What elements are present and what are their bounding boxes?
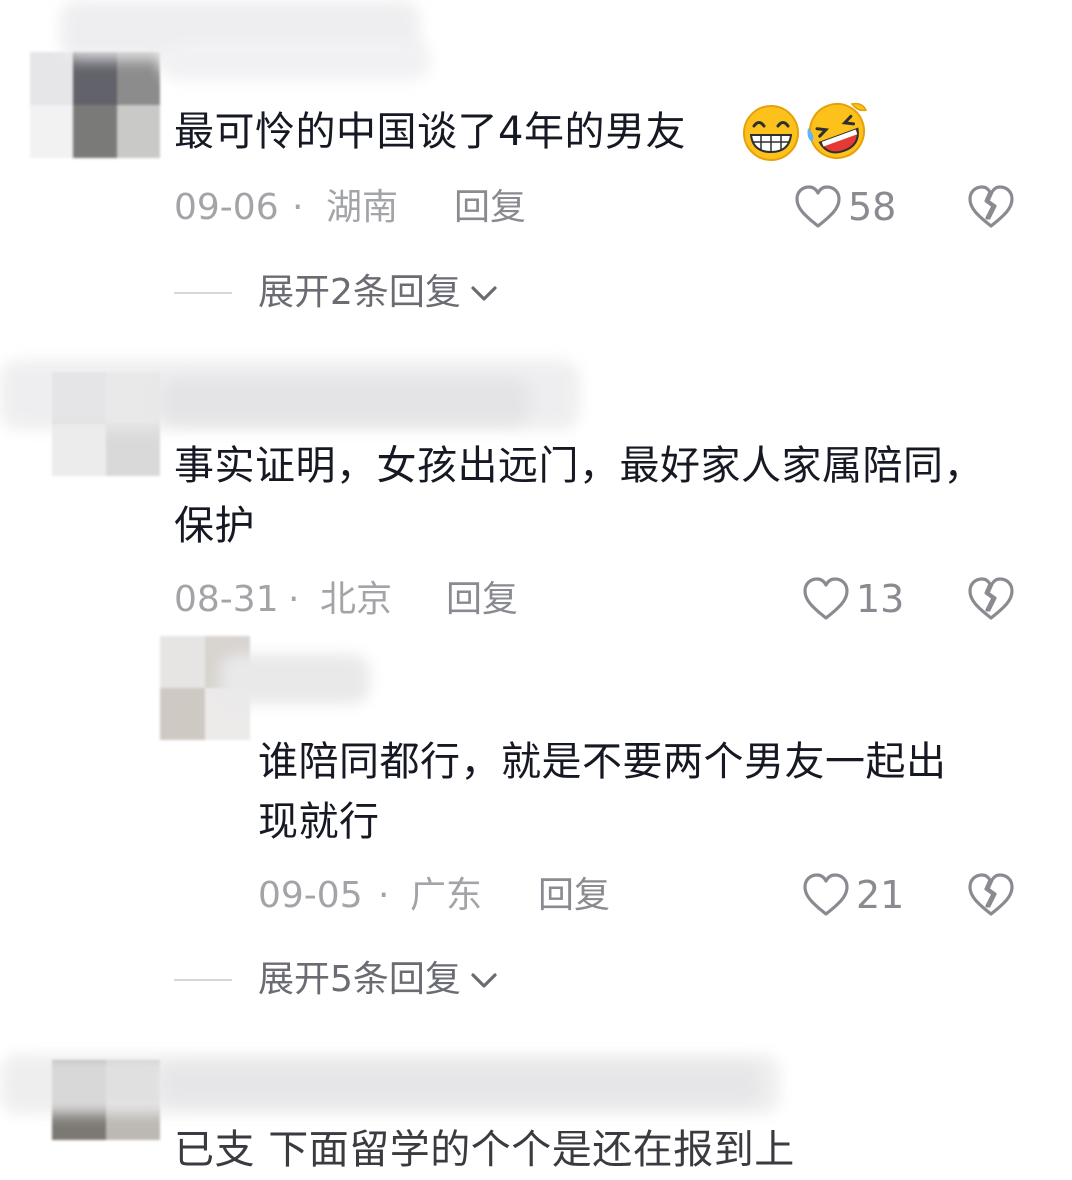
comment-text: 已支 下面留学的个个是还在报到上 [174,1127,795,1173]
comment-date: 08-31 [174,579,279,620]
broken-heart-outline-icon[interactable] [966,576,1016,622]
meta-separator: · [288,579,300,620]
expand-replies-label: 展开2条回复 [258,272,461,313]
avatar[interactable] [30,52,160,158]
like-count: 13 [856,577,905,621]
expand-replies-label: 展开5条回复 [258,959,461,1000]
expand-replies-button[interactable]: 展开5条回复 [174,958,501,1002]
broken-heart-outline-icon[interactable] [966,872,1016,918]
like-button[interactable]: 21 [802,872,904,918]
heart-outline-icon [795,185,841,228]
heart-outline-icon [803,873,849,916]
meta-separator: · [378,875,390,916]
reply-button[interactable]: 回复 [538,874,610,918]
comment-text: 谁陪同都行，就是不要两个男友一起出 现就行 [258,739,947,845]
rolling-on-floor-laughing-emoji [807,102,868,159]
reply-button[interactable]: 回复 [446,578,518,622]
comment-text: 最可怜的中国谈了4年的男友 [174,109,686,155]
reply-button[interactable]: 回复 [454,186,526,230]
heart-outline-icon [803,577,849,620]
comment-text: 事实证明，女孩出远门，最好家人家属陪同， 保护 [174,443,984,549]
comment-location: 广东 [410,875,483,916]
chevron-down-icon [471,286,497,301]
broken-heart-outline-icon[interactable] [966,184,1016,230]
comment-date: 09-05 [258,875,363,916]
comment-location: 北京 [320,579,393,620]
like-count: 58 [848,185,897,229]
comment-location: 湖南 [326,187,399,228]
meta-separator: · [292,187,304,228]
like-button[interactable]: 58 [794,184,896,230]
username-censor[interactable] [220,654,370,704]
divider [174,292,232,294]
like-count: 21 [856,873,905,917]
grinning-face-emoji [743,105,799,161]
comment-date: 09-06 [174,187,279,228]
divider [174,979,232,981]
like-button[interactable]: 13 [802,576,904,622]
expand-replies-button[interactable]: 展开2条回复 [174,271,501,315]
chevron-down-icon [471,973,497,988]
